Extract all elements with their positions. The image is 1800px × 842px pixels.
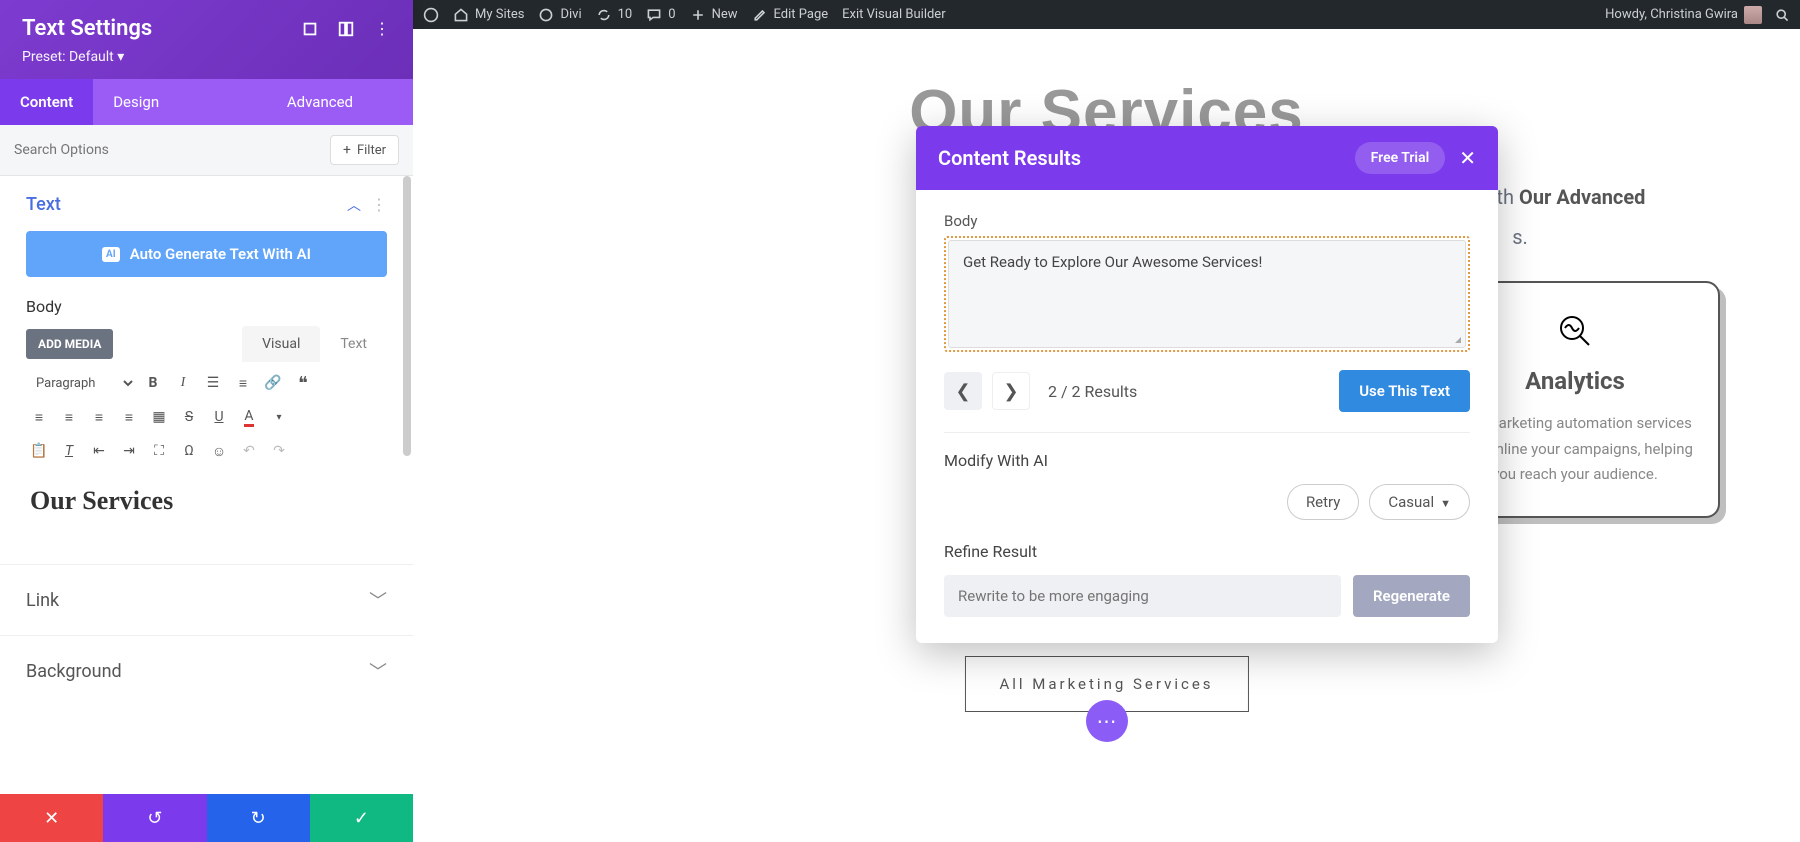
avatar (1744, 6, 1762, 24)
page-canvas: Our Services Your ROI with Our Advanced … (413, 29, 1800, 842)
clear-format-icon[interactable]: T (56, 438, 82, 464)
section-link[interactable]: Link ﹀ (0, 564, 413, 635)
add-media-button[interactable]: ADD MEDIA (26, 329, 113, 359)
new-link[interactable]: New (690, 7, 738, 23)
save-button[interactable]: ✓ (310, 794, 413, 842)
textcolor-caret-icon[interactable]: ▾ (266, 404, 292, 430)
settings-sidebar: Text Settings ⋮ Preset: Default ▾ Conten… (0, 0, 413, 842)
refine-input[interactable] (944, 575, 1341, 617)
emoji-icon[interactable]: ☺ (206, 438, 232, 464)
scrollbar[interactable] (403, 176, 411, 456)
tab-content[interactable]: Content (0, 79, 93, 125)
results-count: 2 / 2 Results (1048, 382, 1137, 401)
chevron-down-icon: ﹀ (369, 658, 387, 684)
site-name-link[interactable]: Divi (538, 7, 581, 23)
resize-handle-icon[interactable] (1451, 333, 1463, 345)
wp-admin-bar: My Sites Divi 10 0 New Edit Page Exit Vi… (413, 0, 1800, 29)
edit-page-link[interactable]: Edit Page (752, 7, 829, 23)
undo-icon[interactable]: ↶ (236, 438, 262, 464)
ul-icon[interactable]: ☰ (200, 370, 226, 396)
modal-header: Content Results Free Trial ✕ (916, 126, 1498, 190)
modify-with-ai-label: Modify With AI (944, 451, 1470, 470)
cancel-button[interactable]: ✕ (0, 794, 103, 842)
paragraph-select[interactable]: Paragraph (26, 371, 136, 396)
section-more-icon[interactable]: ⋮ (371, 195, 387, 214)
ai-icon: AI (102, 247, 120, 262)
chevron-down-icon: ﹀ (369, 587, 387, 613)
updates-link[interactable]: 10 (596, 7, 633, 23)
tab-advanced[interactable]: Advanced (267, 79, 373, 125)
search-icon[interactable] (1774, 7, 1790, 23)
editor-area[interactable]: Our Services (26, 474, 387, 544)
next-result-button[interactable]: ❯ (992, 372, 1030, 410)
generated-text-area[interactable]: Get Ready to Explore Our Awesome Service… (948, 240, 1466, 348)
howdy-account[interactable]: Howdy, Christina Gwira (1605, 6, 1762, 24)
more-icon[interactable]: ⋮ (373, 20, 391, 38)
search-input[interactable] (14, 142, 330, 158)
underline-icon[interactable]: U (206, 404, 232, 430)
link-icon[interactable]: 🔗 (260, 370, 286, 396)
align-right-icon[interactable]: ≡ (86, 404, 112, 430)
ai-generate-button[interactable]: AI Auto Generate Text With AI (26, 231, 387, 277)
tab-design[interactable]: Design (93, 79, 179, 125)
ol-icon[interactable]: ≡ (230, 370, 256, 396)
fullscreen-icon[interactable]: ⛶ (146, 438, 172, 464)
body-label: Body (0, 293, 413, 326)
outdent-icon[interactable]: ⇤ (86, 438, 112, 464)
prev-result-button[interactable]: ❮ (944, 372, 982, 410)
section-background[interactable]: Background ﹀ (0, 635, 413, 706)
strike-icon[interactable]: S (176, 404, 202, 430)
undo-button[interactable]: ↺ (103, 794, 206, 842)
sidebar-tabs: Content Design Advanced (0, 79, 413, 125)
editor-toolbar: Paragraph B I ☰ ≡ 🔗 ❝ ≡ ≡ ≡ ≡ ▦ S U A ▾ … (0, 362, 413, 468)
generated-text-wrapper: Get Ready to Explore Our Awesome Service… (944, 236, 1470, 352)
chevron-up-icon: ︿ (347, 195, 361, 215)
search-row: +Filter (0, 125, 413, 176)
redo-icon[interactable]: ↷ (266, 438, 292, 464)
italic-icon[interactable]: I (170, 370, 196, 396)
free-trial-button[interactable]: Free Trial (1355, 142, 1446, 174)
refine-result-label: Refine Result (944, 542, 1470, 561)
textcolor-icon[interactable]: A (236, 404, 262, 430)
analytics-icon (1555, 311, 1595, 351)
bold-icon[interactable]: B (140, 370, 166, 396)
editor-tab-text[interactable]: Text (320, 326, 387, 362)
quote-icon[interactable]: ❝ (290, 370, 316, 396)
exit-visual-builder-link[interactable]: Exit Visual Builder (842, 7, 945, 22)
section-text-header[interactable]: Text ︿ ⋮ (0, 176, 413, 221)
use-this-text-button[interactable]: Use This Text (1339, 370, 1470, 412)
modal-title: Content Results (938, 146, 1355, 170)
indent-icon[interactable]: ⇥ (116, 438, 142, 464)
retry-button[interactable]: Retry (1287, 484, 1359, 520)
paste-icon[interactable]: 📋 (26, 438, 52, 464)
wp-logo-icon[interactable] (423, 7, 439, 23)
preset-dropdown[interactable]: Preset: Default ▾ (22, 49, 391, 65)
special-char-icon[interactable]: Ω (176, 438, 202, 464)
expand-icon[interactable] (301, 20, 319, 38)
columns-icon[interactable] (337, 20, 355, 38)
tone-dropdown[interactable]: Casual▼ (1369, 484, 1470, 520)
editor-content: Our Services (30, 486, 383, 516)
modal-body-label: Body (944, 212, 1470, 230)
fab-more-button[interactable]: ⋯ (1086, 700, 1128, 742)
align-left-icon[interactable]: ≡ (26, 404, 52, 430)
comments-link[interactable]: 0 (646, 7, 675, 23)
editor-tab-visual[interactable]: Visual (242, 326, 320, 362)
my-sites-link[interactable]: My Sites (453, 7, 524, 23)
align-justify-icon[interactable]: ≡ (116, 404, 142, 430)
table-icon[interactable]: ▦ (146, 404, 172, 430)
filter-button[interactable]: +Filter (330, 135, 399, 165)
sidebar-header: Text Settings ⋮ Preset: Default ▾ (0, 0, 413, 79)
sidebar-title: Text Settings (22, 16, 301, 41)
sidebar-footer: ✕ ↺ ↻ ✓ (0, 794, 413, 842)
redo-button[interactable]: ↻ (207, 794, 310, 842)
regenerate-button[interactable]: Regenerate (1353, 575, 1470, 617)
content-results-modal: Content Results Free Trial ✕ Body Get Re… (916, 126, 1498, 643)
close-icon[interactable]: ✕ (1459, 146, 1476, 170)
align-center-icon[interactable]: ≡ (56, 404, 82, 430)
